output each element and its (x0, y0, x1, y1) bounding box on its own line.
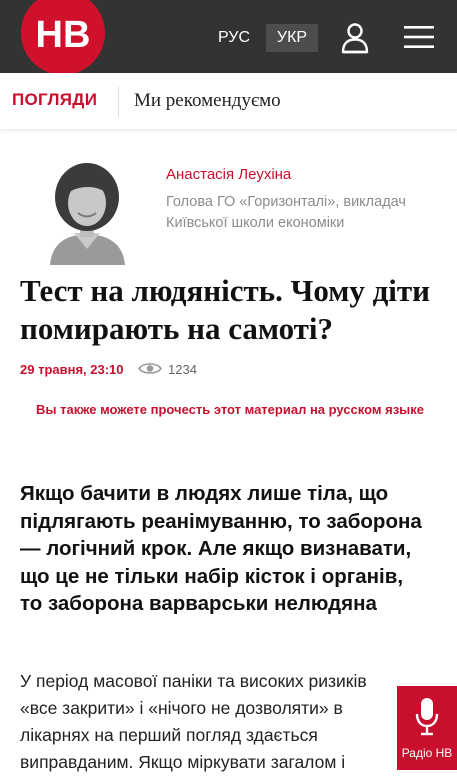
language-ua-button[interactable]: УКР (266, 24, 318, 52)
view-count: 1234 (168, 362, 197, 377)
section-name-link[interactable]: ПОГЛЯДИ (12, 90, 97, 110)
section-bar: ПОГЛЯДИ Ми рекомендуємо (0, 73, 457, 130)
article-date: 29 травня, 23:10 (20, 362, 124, 377)
radio-nv-button[interactable]: Радіо НВ (397, 686, 457, 770)
recommended-link[interactable]: Ми рекомендуємо (134, 90, 281, 112)
russian-version-link[interactable]: Вы также можете прочесть этот материал н… (30, 399, 430, 421)
site-header: НВ РУС УКР (0, 0, 457, 73)
user-icon[interactable] (340, 22, 370, 54)
microphone-icon (414, 696, 440, 736)
language-ru-button[interactable]: РУС (210, 24, 258, 52)
article-title: Тест на людяність. Чому діти помирають н… (20, 273, 431, 346)
article-body: У період масової паніки та високих ризик… (20, 671, 367, 772)
site-logo[interactable]: НВ (20, 0, 106, 73)
author-name-link[interactable]: Анастасія Леухіна (166, 166, 291, 183)
section-divider (118, 87, 119, 117)
author-bio: Голова ГО «Горизонталі», викладач Київсь… (166, 194, 406, 231)
author-avatar[interactable] (28, 157, 146, 265)
radio-label: Радіо НВ (401, 746, 453, 760)
logo-text: НВ (36, 14, 91, 56)
eye-icon (138, 361, 162, 376)
article-lead: Якщо бачити в людях лише тіла, що підляг… (20, 482, 422, 615)
hamburger-menu-icon[interactable] (404, 25, 434, 49)
